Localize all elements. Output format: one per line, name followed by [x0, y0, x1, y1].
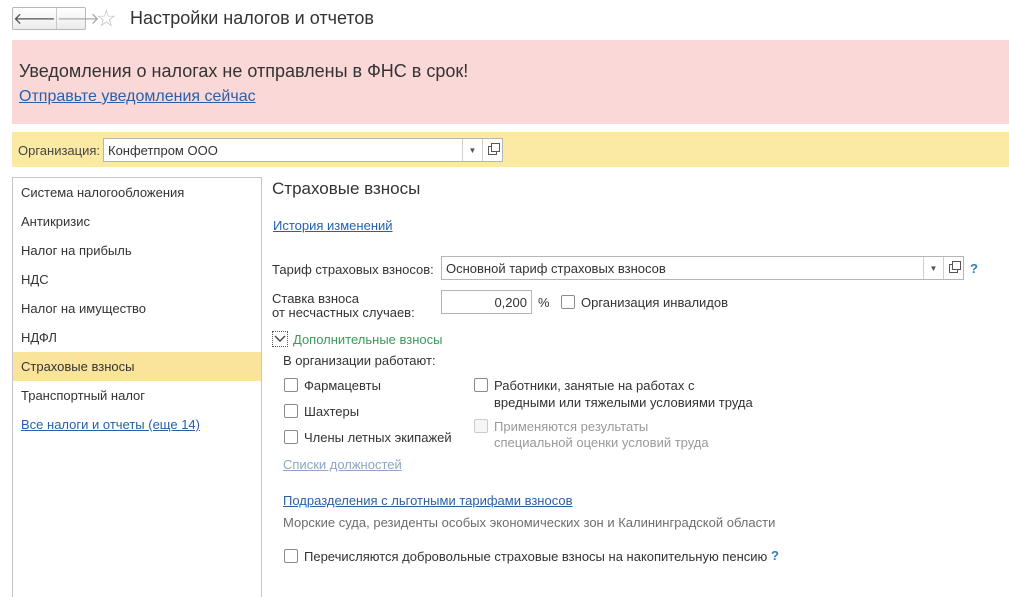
pharmacists-label: Фармацевты	[304, 378, 381, 393]
open-form-icon	[949, 260, 961, 273]
pharmacists-checkbox[interactable]	[284, 378, 298, 392]
navigation-buttons: 🡐 🡒	[12, 7, 100, 30]
sidebar-item-property-tax[interactable]: Налог на имущество	[13, 294, 261, 323]
sidebar-item-ndfl[interactable]: НДФЛ	[13, 323, 261, 352]
voluntary-pension-checkbox[interactable]	[284, 549, 298, 563]
sidebar-item-profit-tax[interactable]: Налог на прибыль	[13, 236, 261, 265]
tariff-help-icon[interactable]: ?	[970, 261, 978, 276]
flight-crew-label: Члены летных экипажей	[304, 430, 452, 445]
history-link[interactable]: История изменений	[273, 218, 393, 233]
tariff-field[interactable]: Основной тариф страховых взносов ▼	[441, 256, 964, 280]
accident-rate-label-line1: Ставка взноса	[272, 291, 360, 306]
send-notifications-link[interactable]: Отправьте уведомления сейчас	[19, 88, 256, 106]
sidebar-item-anticrisis[interactable]: Антикризис	[13, 207, 261, 236]
forward-button[interactable]: 🡒	[55, 8, 100, 29]
workers-label: В организации работают:	[283, 353, 436, 368]
assessment-label-line2: специальной оценки условий труда	[494, 435, 709, 450]
tariff-label: Тариф страховых взносов:	[272, 262, 434, 277]
page-title: Настройки налогов и отчетов	[130, 8, 374, 28]
additional-group-toggle[interactable]	[272, 331, 288, 347]
percent-unit: %	[538, 295, 550, 310]
sidebar-nav: Система налогообложения Антикризис Налог…	[12, 177, 262, 597]
arrow-left-icon: 🡐	[13, 11, 56, 28]
organization-field[interactable]: Конфетпром ООО ▼	[103, 138, 503, 162]
flight-crew-checkbox[interactable]	[284, 430, 298, 444]
sidebar-item-transport-tax[interactable]: Транспортный налог	[13, 381, 261, 410]
back-button[interactable]: 🡐	[13, 8, 56, 29]
miners-label: Шахтеры	[304, 404, 360, 419]
positions-list-link[interactable]: Списки должностей	[283, 457, 402, 472]
assessment-checkbox[interactable]	[474, 419, 488, 433]
sidebar-item-vat[interactable]: НДС	[13, 265, 261, 294]
tariff-value: Основной тариф страховых взносов	[446, 261, 666, 276]
tariff-dropdown-button[interactable]: ▼	[923, 257, 943, 279]
voluntary-help-icon[interactable]: ?	[771, 548, 779, 563]
preferential-divisions-link[interactable]: Подразделения с льготными тарифами взнос…	[283, 493, 573, 508]
warning-banner: Уведомления о налогах не отправлены в ФН…	[12, 40, 1009, 124]
sidebar-item-all-taxes[interactable]: Все налоги и отчеты (еще 14)	[13, 410, 261, 439]
sidebar-item-tax-system[interactable]: Система налогообложения	[13, 178, 261, 207]
hazard-workers-checkbox[interactable]	[474, 378, 488, 392]
sidebar-item-insurance[interactable]: Страховые взносы	[13, 352, 261, 381]
tariff-open-button[interactable]	[943, 257, 963, 279]
arrow-right-icon: 🡒	[56, 11, 100, 28]
organization-open-button[interactable]	[482, 139, 502, 161]
star-icon[interactable]: ☆	[96, 6, 117, 30]
organization-bar: Организация: Конфетпром ООО ▼	[12, 132, 1009, 167]
hazard-workers-label-line1: Работники, занятые на работах с	[494, 378, 695, 393]
section-title: Страховые взносы	[272, 179, 421, 198]
organization-value: Конфетпром ООО	[108, 143, 218, 158]
chevron-down-icon: ▼	[929, 263, 938, 273]
all-taxes-link[interactable]: Все налоги и отчеты (еще 14)	[21, 417, 200, 432]
organization-dropdown-button[interactable]: ▼	[462, 139, 482, 161]
chevron-down-icon: ▼	[468, 145, 477, 155]
voluntary-pension-label: Перечисляются добровольные страховые взн…	[304, 549, 768, 564]
organization-label: Организация:	[18, 143, 101, 158]
disabled-org-label: Организация инвалидов	[581, 295, 729, 310]
assessment-label-line1: Применяются результаты	[494, 419, 649, 434]
miners-checkbox[interactable]	[284, 404, 298, 418]
disabled-org-checkbox[interactable]	[561, 295, 575, 309]
accident-rate-value: 0,200	[494, 295, 527, 310]
title-bar: 🡐 🡒 ☆ Настройки налогов и отчетов	[0, 0, 1009, 38]
hazard-workers-label-line2: вредными или тяжелыми условиями труда	[494, 395, 753, 410]
additional-group-title[interactable]: Дополнительные взносы	[293, 332, 443, 347]
banner-message: Уведомления о налогах не отправлены в ФН…	[19, 61, 469, 81]
accident-rate-input[interactable]: 0,200	[441, 290, 532, 314]
open-form-icon	[488, 142, 500, 155]
accident-rate-label-line2: от несчастных случаев:	[272, 305, 415, 320]
chevron-down-icon	[274, 335, 286, 342]
divisions-description: Морские суда, резиденты особых экономиче…	[283, 515, 776, 530]
